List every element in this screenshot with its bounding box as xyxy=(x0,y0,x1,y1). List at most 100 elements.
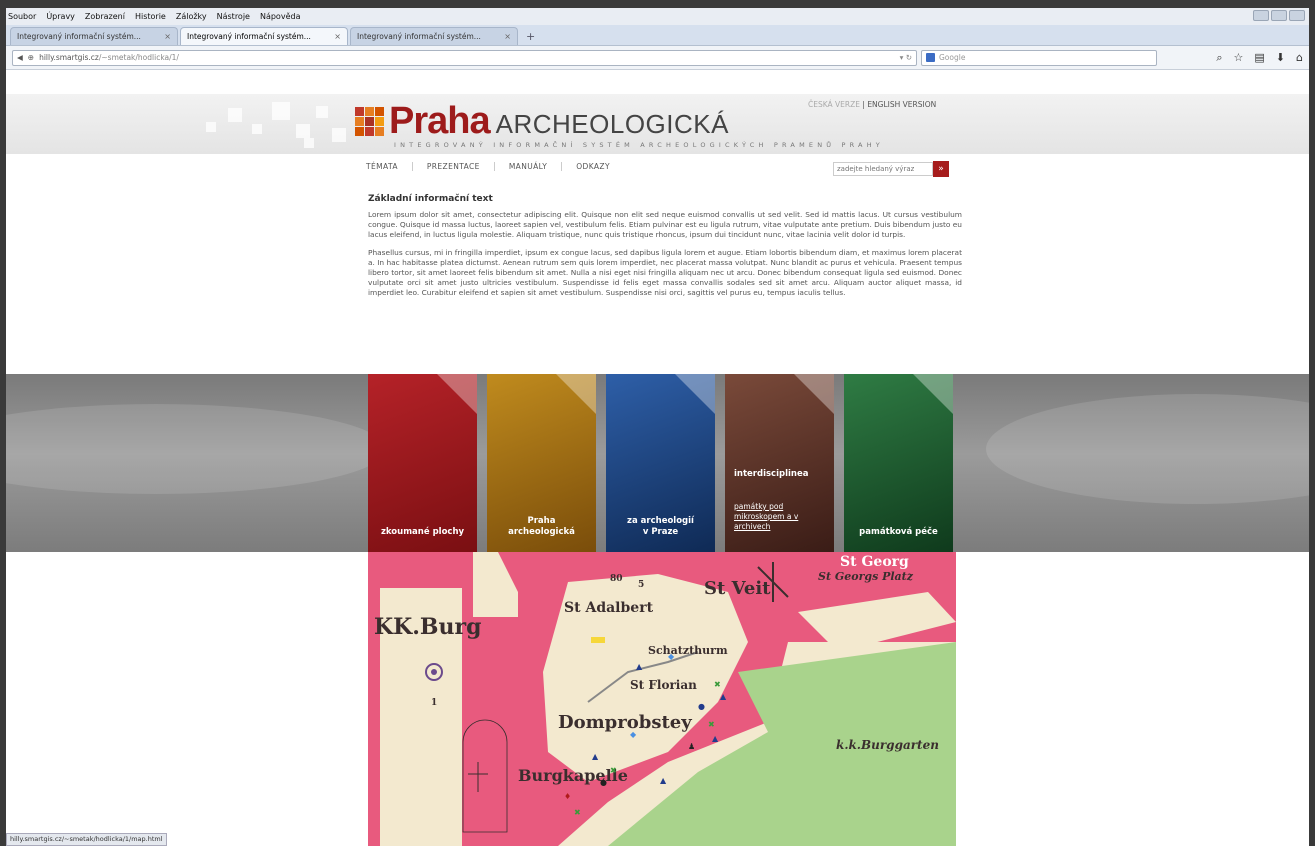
search-submit-button[interactable]: » xyxy=(933,161,949,177)
site-marker-icon[interactable]: ✖ xyxy=(714,680,721,689)
map-number: 80 xyxy=(610,574,623,584)
map-label: St Georg xyxy=(840,554,909,570)
close-window-button[interactable] xyxy=(1289,10,1305,21)
site-marker-icon[interactable]: ♟ xyxy=(688,742,695,751)
main-nav: TÉMATA PREZENTACE MANUÁLY ODKAZY xyxy=(366,162,624,171)
map-label: Domprobstey xyxy=(558,712,692,733)
logo-archeologicka-text: ARCHEOLOGICKÁ xyxy=(495,109,729,139)
map-label: St Georgs Platz xyxy=(818,570,913,583)
minimize-button[interactable] xyxy=(1253,10,1269,21)
toolbar-icons: ⌕ ☆ ▤ ⬇ ⌂ xyxy=(1216,51,1303,65)
content-heading: Základní informační text xyxy=(368,194,493,204)
url-bar[interactable]: ◀ ⊕ hilly.smartgis.cz/~smetak/hodlicka/1… xyxy=(12,49,917,66)
tile-label: památková péče xyxy=(859,527,938,537)
browser-tab-active[interactable]: Integrovaný informační systém... × xyxy=(180,27,348,45)
web-page: Praha ARCHEOLOGICKÁ INTEGROVANÝ INFORMAČ… xyxy=(6,94,1309,846)
tile-za-archeologii[interactable]: za archeologií v Praze xyxy=(606,374,715,552)
home-icon[interactable]: ⌂ xyxy=(1296,51,1303,65)
new-tab-button[interactable]: + xyxy=(520,30,541,45)
site-marker-icon[interactable]: ● xyxy=(600,778,607,787)
language-switch: ČESKÁ VERZE | ENGLISH VERSION xyxy=(808,100,936,109)
category-band: zkoumané plochy Praha archeologická za a… xyxy=(6,374,1309,552)
url-path: /~smetak/hodlicka/1/ xyxy=(98,53,179,62)
site-info-icon[interactable]: ⊕ xyxy=(28,53,34,62)
nav-item-temata[interactable]: TÉMATA xyxy=(366,162,413,171)
site-marker-icon[interactable]: ✖ xyxy=(708,720,715,729)
site-search: » xyxy=(833,161,949,177)
map-label: Schatzthurm xyxy=(648,644,728,657)
site-marker-icon[interactable]: ✖ xyxy=(610,766,617,775)
site-marker-icon[interactable]: ◆ xyxy=(630,730,636,739)
search-icon[interactable]: ⌕ xyxy=(1216,51,1222,65)
menu-view[interactable]: Zobrazení xyxy=(85,12,125,21)
tile-title: interdisciplinea xyxy=(734,469,809,479)
navigation-bar: ◀ ⊕ hilly.smartgis.cz/~smetak/hodlicka/1… xyxy=(6,46,1309,70)
site-marker-icon[interactable]: ✖ xyxy=(574,808,581,817)
browser-window: Soubor Úpravy Zobrazení Historie Záložky… xyxy=(6,8,1309,846)
site-marker-icon[interactable]: ● xyxy=(698,702,705,711)
tile-label: Praha archeologická xyxy=(508,516,575,537)
tile-link[interactable]: památky pod mikroskopem a v archivech xyxy=(734,502,826,532)
lang-english-link[interactable]: ENGLISH VERSION xyxy=(867,100,936,109)
tile-zkoumane-plochy[interactable]: zkoumané plochy xyxy=(368,374,477,552)
site-logo[interactable]: Praha ARCHEOLOGICKÁ xyxy=(355,102,729,140)
download-icon[interactable]: ⬇ xyxy=(1276,51,1285,65)
site-marker-icon[interactable]: ♦ xyxy=(564,792,571,801)
menu-bookmarks[interactable]: Záložky xyxy=(176,12,207,21)
map-number: 5 xyxy=(638,580,645,590)
site-marker-icon[interactable]: ◆ xyxy=(668,652,674,661)
tile-pamatkova-pece[interactable]: památková péče xyxy=(844,374,953,552)
nav-item-odkazy[interactable]: ODKAZY xyxy=(576,162,624,171)
browser-tab[interactable]: Integrovaný informační systém... × xyxy=(350,27,518,45)
site-marker-icon[interactable]: ▲ xyxy=(660,776,666,785)
map-label: St Adalbert xyxy=(564,600,654,616)
menu-file[interactable]: Soubor xyxy=(8,12,36,21)
tab-title: Integrovaný informační systém... xyxy=(357,32,481,41)
content-paragraph: Lorem ipsum dolor sit amet, consectetur … xyxy=(368,210,962,239)
nav-item-manualy[interactable]: MANUÁLY xyxy=(509,162,563,171)
menu-edit[interactable]: Úpravy xyxy=(46,12,75,21)
site-marker-icon[interactable]: ▲ xyxy=(720,692,726,701)
browser-tab[interactable]: Integrovaný informační systém... × xyxy=(10,27,178,45)
tab-title: Integrovaný informační systém... xyxy=(187,32,311,41)
back-arrow-icon[interactable]: ◀ xyxy=(17,53,23,62)
reload-icon[interactable]: ▾ ↻ xyxy=(900,53,912,62)
menu-help[interactable]: Nápověda xyxy=(260,12,301,21)
content-paragraph: Phasellus cursus, mi in fringilla imperd… xyxy=(368,248,962,297)
url-host: hilly.smartgis.cz xyxy=(39,53,99,62)
tab-title: Integrovaný informační systém... xyxy=(17,32,141,41)
menu-bar: Soubor Úpravy Zobrazení Historie Záložky… xyxy=(6,8,1309,25)
nav-item-prezentace[interactable]: PREZENTACE xyxy=(427,162,495,171)
site-tagline: INTEGROVANÝ INFORMAČNÍ SYSTÉM ARCHEOLOGI… xyxy=(394,141,884,149)
logo-praha-text: Praha xyxy=(389,100,491,142)
browser-search-input[interactable]: Google xyxy=(921,49,1157,66)
map-label: St Veit xyxy=(704,578,771,599)
close-tab-icon[interactable]: × xyxy=(334,32,341,41)
tab-bar: Integrovaný informační systém... × Integr… xyxy=(6,25,1309,46)
close-tab-icon[interactable]: × xyxy=(164,32,171,41)
bookmark-star-icon[interactable]: ☆ xyxy=(1234,51,1244,65)
menu-history[interactable]: Historie xyxy=(135,12,166,21)
lang-czech-link[interactable]: ČESKÁ VERZE xyxy=(808,100,860,109)
google-icon xyxy=(926,53,935,62)
site-marker-icon[interactable]: ▲ xyxy=(592,752,598,761)
search-engine-label: Google xyxy=(939,53,966,62)
historic-map[interactable]: KK.Burg St Adalbert St Veit St Georgs Pl… xyxy=(368,552,956,846)
map-label: k.k.Burggarten xyxy=(836,738,939,752)
lang-separator: | xyxy=(862,100,865,109)
tile-interdisciplinea[interactable]: interdisciplinea památky pod mikroskopem… xyxy=(725,374,834,552)
maximize-button[interactable] xyxy=(1271,10,1287,21)
map-number: 1 xyxy=(431,698,438,708)
site-search-input[interactable] xyxy=(833,162,933,176)
logo-squares-icon xyxy=(355,106,384,136)
tile-label: zkoumané plochy xyxy=(380,527,465,537)
site-marker-icon[interactable]: ▲ xyxy=(636,662,642,671)
site-marker-icon[interactable]: ▲ xyxy=(712,734,718,743)
clipboard-icon[interactable]: ▤ xyxy=(1254,51,1264,65)
tile-praha-archeologicka[interactable]: Praha archeologická xyxy=(487,374,596,552)
status-bar-url: hilly.smartgis.cz/~smetak/hodlicka/1/map… xyxy=(6,833,167,846)
tile-label: za archeologií v Praze xyxy=(627,516,694,537)
close-tab-icon[interactable]: × xyxy=(504,32,511,41)
menu-tools[interactable]: Nástroje xyxy=(217,12,250,21)
map-label: KK.Burg xyxy=(374,614,482,640)
